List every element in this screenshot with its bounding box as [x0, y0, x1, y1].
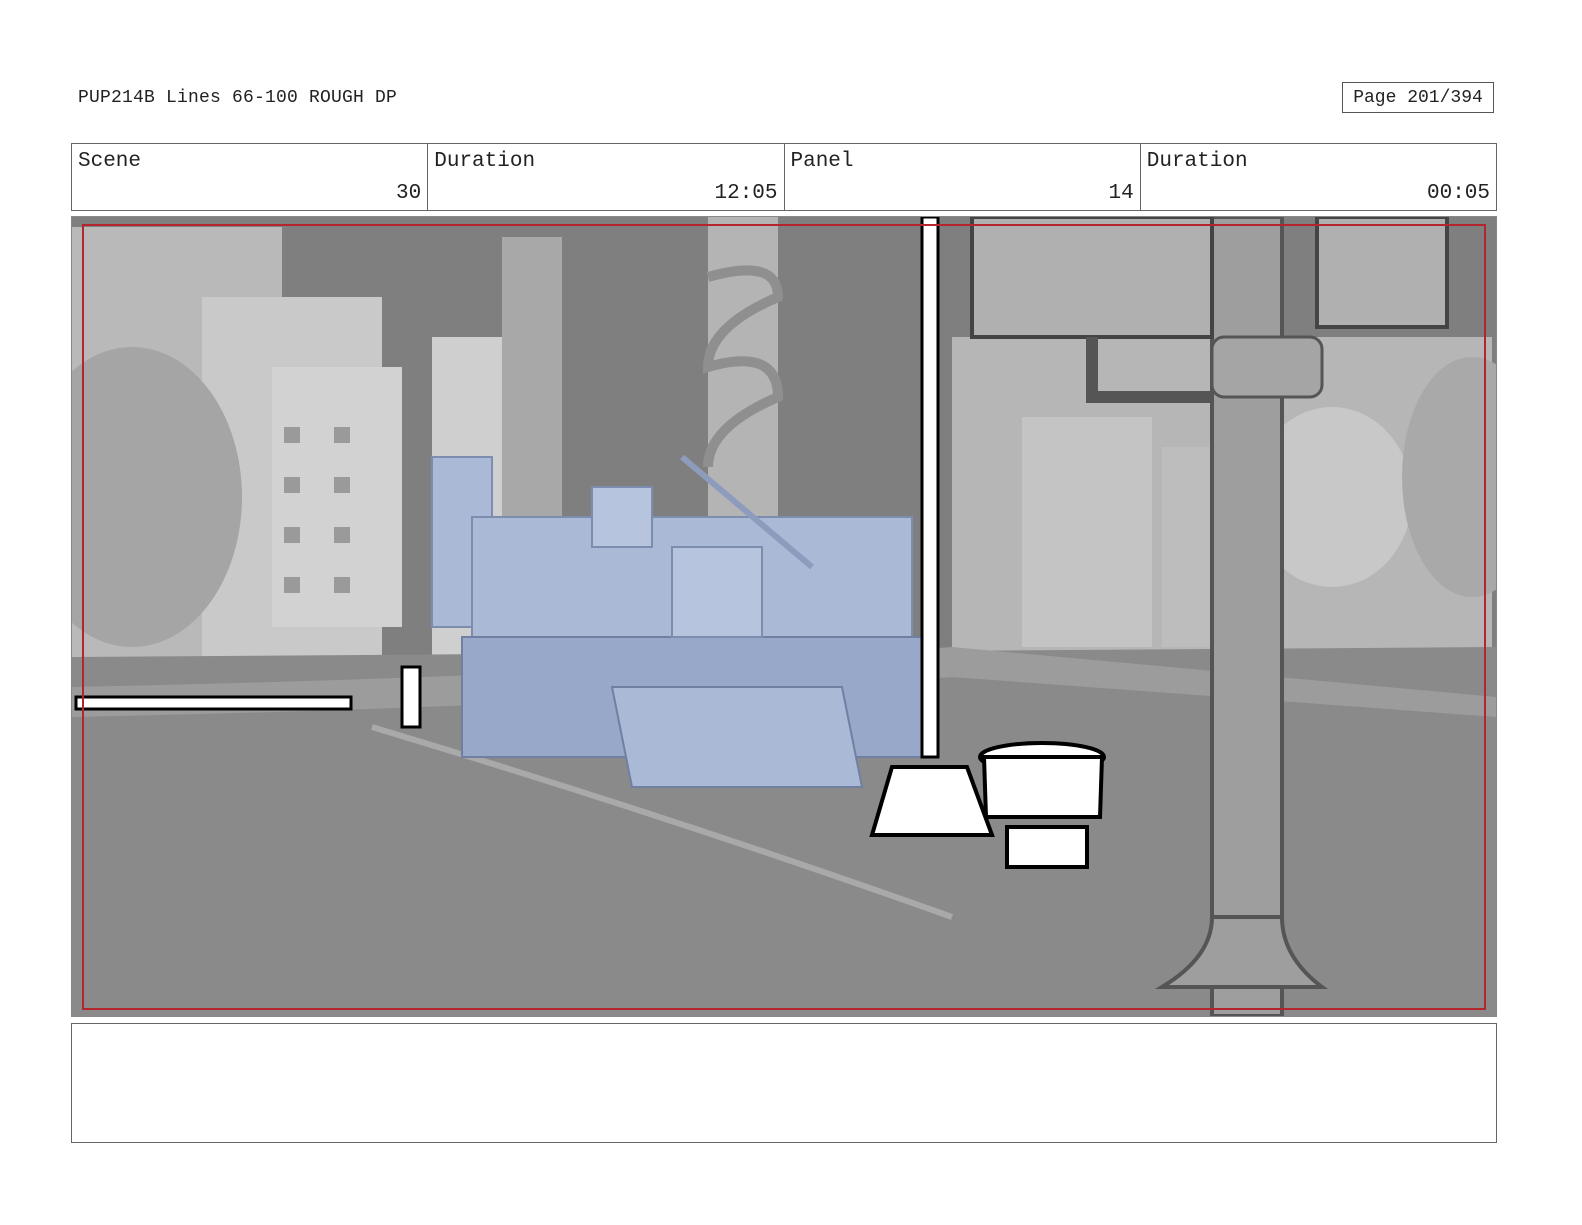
panel-illustration [72, 217, 1496, 1016]
panel-cell: Panel 14 [785, 144, 1141, 210]
panel-notes-box [71, 1023, 1497, 1143]
panel-duration-cell: Duration 00:05 [1141, 144, 1496, 210]
panel-label: Panel [790, 150, 854, 173]
document-title: PUP214B Lines 66-100 ROUGH DP [78, 88, 398, 108]
page-number-box: Page 201/394 [1342, 82, 1494, 113]
scene-duration-cell: Duration 12:05 [428, 144, 785, 210]
panel-duration-label: Duration [1146, 150, 1248, 173]
scene-cell: Scene 30 [72, 144, 429, 210]
storyboard-panel-image [71, 216, 1497, 1017]
scene-label: Scene [78, 150, 142, 173]
scene-duration-value: 12:05 [714, 182, 778, 205]
panel-value: 14 [1108, 182, 1134, 205]
scene-info-table: Scene 30 Duration 12:05 Panel 14 Duratio… [71, 143, 1497, 211]
railing [74, 695, 353, 711]
bulldozer-blade [610, 686, 864, 788]
panel-duration-value: 00:05 [1426, 182, 1490, 205]
scene-duration-label: Duration [434, 150, 536, 173]
lamp-post [920, 217, 940, 759]
scene-value: 30 [396, 182, 422, 205]
signal-box [970, 217, 1214, 339]
